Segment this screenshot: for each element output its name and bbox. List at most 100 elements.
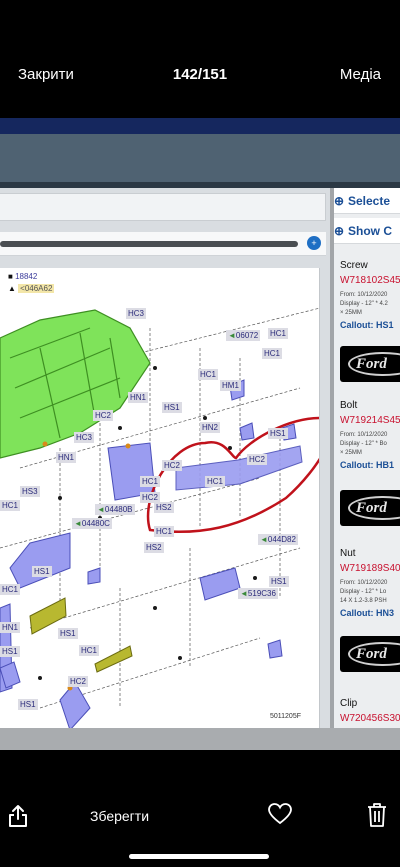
callout-label[interactable]: HS2 <box>154 502 174 513</box>
callout-label[interactable]: HC3 <box>126 308 147 319</box>
part-name: Clip <box>340 698 358 709</box>
part-extra: 14 X 1.2-3.8 PSH <box>340 598 387 604</box>
top-bar: Закрити 142/151 Медіа <box>0 0 400 118</box>
callout-label[interactable]: HS1 <box>18 699 38 710</box>
ref-code[interactable]: ◄04480B <box>95 504 135 515</box>
ref-code[interactable]: ◄06072 <box>226 330 261 341</box>
ref-code[interactable]: ◄044D82 <box>258 534 298 545</box>
callout-label[interactable]: HN2 <box>200 422 221 433</box>
ref-code-value: 04480C <box>81 519 110 528</box>
part-callout: Callout: HB1 <box>340 460 394 470</box>
logo-text: Ford <box>348 496 400 520</box>
part-number[interactable]: W719189S40 <box>340 563 400 574</box>
callout-label[interactable]: HC1 <box>154 526 175 537</box>
plus-circle-icon: ⊕ <box>334 224 345 238</box>
callout-label[interactable]: HS3 <box>20 486 40 497</box>
part-display: Display - 12" * Bo <box>340 441 387 447</box>
part-card[interactable]: Bolt W719214S45 From: 10/12/2020 Display… <box>340 400 400 470</box>
part-number[interactable]: W720456S30 <box>340 713 400 724</box>
part-callout: Callout: HN3 <box>340 608 394 618</box>
callout-label[interactable]: HC1 <box>205 476 226 487</box>
callout-label[interactable]: HC2 <box>247 454 268 465</box>
zoom-slider-track[interactable] <box>0 241 298 247</box>
close-button[interactable]: Закрити <box>18 66 74 83</box>
part-name: Screw <box>340 260 368 271</box>
part-card[interactable]: Nut W719189S40 From: 10/12/2020 Display … <box>340 548 400 618</box>
legend-square: ■ 18842 <box>8 272 37 281</box>
callout-label[interactable]: HS1 <box>268 428 288 439</box>
part-from: From: 10/12/2020 <box>340 580 388 586</box>
callout-label[interactable]: HS1 <box>269 576 289 587</box>
ford-logo: Ford <box>340 346 400 382</box>
catalog-main-panel: + ■ 18842 ▲ <046A62 HC3 HC2 HC1 HS1 HN1 … <box>0 188 330 730</box>
ref-code-value: 044D82 <box>267 535 296 544</box>
part-extra: × 25MM <box>340 310 362 316</box>
ref-code[interactable]: ◄04480C <box>72 518 112 529</box>
part-name: Bolt <box>340 400 358 411</box>
ref-code[interactable]: ◄519C36 <box>238 588 278 599</box>
callout-label[interactable]: HS1 <box>58 628 78 639</box>
screen-header-bar <box>0 118 400 134</box>
callout-label[interactable]: HC1 <box>268 328 289 339</box>
bracket-part <box>9 532 71 589</box>
triangle-icon: ◄ <box>240 589 248 598</box>
part-display: Display - 12" * Lo <box>340 589 387 595</box>
select-all-link[interactable]: ⊕ Selecte <box>334 188 400 214</box>
callout-label[interactable]: HC1 <box>0 500 21 511</box>
callout-label[interactable]: HM1 <box>220 380 241 391</box>
trash-icon[interactable] <box>366 802 388 828</box>
zoom-slider-row: + <box>0 232 326 256</box>
plus-circle-icon: ⊕ <box>334 194 345 208</box>
show-link[interactable]: ⊕ Show C <box>334 218 400 244</box>
part-card[interactable]: Clip W720456S30 <box>340 698 400 724</box>
part-from: From: 10/12/2020 <box>340 292 388 298</box>
callout-label[interactable]: HC1 <box>0 584 21 595</box>
part-card[interactable]: Screw W718102S45 From: 10/12/2020 Displa… <box>340 260 400 330</box>
catalog-search-box[interactable] <box>0 193 326 221</box>
ford-logo: Ford <box>340 490 400 526</box>
part-from: From: 10/12/2020 <box>340 432 388 438</box>
ref-code-value: 519C36 <box>247 589 276 598</box>
callout-label[interactable]: HS1 <box>162 402 182 413</box>
legend-marker: ▲ <box>8 284 16 293</box>
callout-label[interactable]: HC2 <box>68 676 89 687</box>
ref-code-value: 06072 <box>235 331 259 340</box>
callout-label[interactable]: HC1 <box>79 645 100 656</box>
legend-value: 18842 <box>15 272 38 281</box>
share-icon[interactable] <box>8 804 28 828</box>
part-name: Nut <box>340 548 356 559</box>
zoom-plus-icon[interactable]: + <box>307 236 321 250</box>
legend-triangle: ▲ <046A62 <box>8 284 55 293</box>
legend-value: <046A62 <box>18 284 55 293</box>
figure-id: 5011205F <box>269 713 301 720</box>
heart-icon[interactable] <box>268 803 292 825</box>
triangle-icon: ◄ <box>97 505 105 514</box>
callout-label[interactable]: HC2 <box>93 410 114 421</box>
callout-label[interactable]: HN1 <box>0 622 21 633</box>
part-number[interactable]: W718102S45 <box>340 275 400 286</box>
parts-diagram[interactable]: ■ 18842 ▲ <046A62 HC3 HC2 HC1 HS1 HN1 HC… <box>0 268 320 730</box>
link-label: Show C <box>348 224 392 238</box>
callout-label[interactable]: HC3 <box>74 432 95 443</box>
save-button[interactable]: Зберегти <box>90 808 149 824</box>
part-number[interactable]: W719214S45 <box>340 415 400 426</box>
callout-label[interactable]: HC2 <box>162 460 183 471</box>
ford-logo: Ford <box>340 636 400 672</box>
media-button[interactable]: Медіа <box>340 66 381 83</box>
callout-label[interactable]: HS2 <box>144 542 164 553</box>
callout-label[interactable]: HN1 <box>56 452 77 463</box>
callout-label[interactable]: HS1 <box>32 566 52 577</box>
photo-view[interactable]: + ■ 18842 ▲ <046A62 HC3 HC2 HC1 HS1 HN1 … <box>0 118 400 750</box>
screen-toolbar <box>0 134 400 182</box>
part-display: Display - 12" * 4.2 <box>340 301 388 307</box>
callout-label[interactable]: HN1 <box>128 392 149 403</box>
logo-text: Ford <box>348 352 400 376</box>
callout-label[interactable]: HC1 <box>140 476 161 487</box>
triangle-icon: ◄ <box>260 535 268 544</box>
callout-label[interactable]: HC1 <box>262 348 283 359</box>
screen-bottom-bezel <box>0 728 400 750</box>
callout-label[interactable]: HS1 <box>0 646 20 657</box>
callout-label[interactable]: HC1 <box>198 369 219 380</box>
home-indicator <box>129 854 269 859</box>
part-callout: Callout: HS1 <box>340 320 394 330</box>
